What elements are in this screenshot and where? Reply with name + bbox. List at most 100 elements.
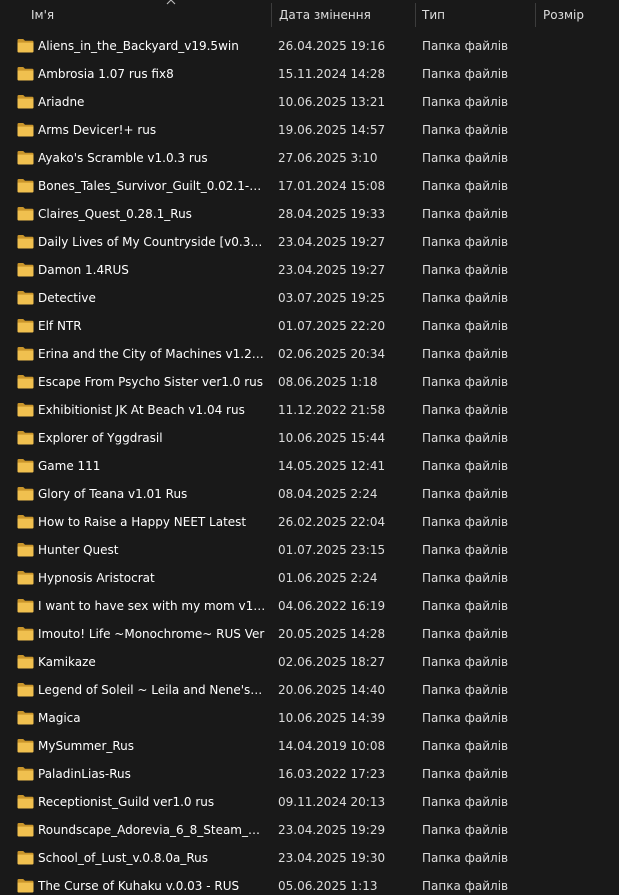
file-type: Папка файлів bbox=[422, 683, 509, 697]
date-modified: 23.04.2025 19:29 bbox=[278, 823, 386, 837]
file-name: Elf NTR bbox=[38, 319, 82, 333]
file-name: MySummer_Rus bbox=[38, 739, 135, 753]
table-row[interactable]: How to Raise a Happy NEET Latest 26.02.20… bbox=[0, 508, 619, 536]
table-row[interactable]: Ayako's Scramble v1.0.3 rus 27.06.2025 3:… bbox=[0, 144, 619, 172]
table-row[interactable]: Roundscape_Adorevia_6_8_Steam_Rus 23.04.2… bbox=[0, 816, 619, 844]
file-size bbox=[541, 480, 611, 508]
column-header-name[interactable]: Ім'я bbox=[24, 0, 272, 30]
file-size bbox=[541, 676, 611, 704]
table-row[interactable]: PaladinLias-Rus 16.03.2022 17:23 Папка фай… bbox=[0, 760, 619, 788]
table-row[interactable]: Damon 1.4RUS 23.04.2025 19:27 Папка файлів bbox=[0, 256, 619, 284]
folder-icon bbox=[17, 822, 34, 837]
date-modified: 16.03.2022 17:23 bbox=[278, 767, 386, 781]
date-modified: 09.11.2024 20:13 bbox=[278, 795, 386, 809]
date-modified: 04.06.2022 16:19 bbox=[278, 599, 386, 613]
table-row[interactable]: Legend of Soleil ~ Leila and Nene's grea… bbox=[0, 676, 619, 704]
file-size bbox=[541, 844, 611, 872]
column-header-date[interactable]: Дата змінення bbox=[272, 0, 415, 30]
folder-icon bbox=[17, 794, 34, 809]
date-modified: 20.06.2025 14:40 bbox=[278, 683, 386, 697]
table-row[interactable]: Daily Lives of My Countryside [v0.3.0.1 … bbox=[0, 228, 619, 256]
table-row[interactable]: Detective 03.07.2025 19:25 Папка файлів bbox=[0, 284, 619, 312]
table-row[interactable]: The Curse of Kuhaku v.0.03 - RUS 05.06.20… bbox=[0, 872, 619, 895]
date-modified: 27.06.2025 3:10 bbox=[278, 151, 378, 165]
file-size bbox=[541, 32, 611, 60]
table-row[interactable]: Exhibitionist JK At Beach v1.04 rus 11.12… bbox=[0, 396, 619, 424]
folder-icon bbox=[17, 38, 34, 53]
date-modified: 08.06.2025 1:18 bbox=[278, 375, 378, 389]
file-name: Escape From Psycho Sister ver1.0 rus bbox=[38, 375, 264, 389]
table-row[interactable]: Glory of Teana v1.01 Rus 08.04.2025 2:24 П… bbox=[0, 480, 619, 508]
file-type: Папка файлів bbox=[422, 347, 509, 361]
date-modified: 10.06.2025 14:39 bbox=[278, 711, 386, 725]
table-row[interactable]: Elf NTR 01.07.2025 22:20 Папка файлів bbox=[0, 312, 619, 340]
table-row[interactable]: Game 111 14.05.2025 12:41 Папка файлів bbox=[0, 452, 619, 480]
file-name: How to Raise a Happy NEET Latest bbox=[38, 515, 247, 529]
folder-icon bbox=[17, 850, 34, 865]
table-row[interactable]: Explorer of Yggdrasil 10.06.2025 15:44 Пап… bbox=[0, 424, 619, 452]
file-type: Папка файлів bbox=[422, 179, 509, 193]
table-row[interactable]: Aliens_in_the_Backyard_v19.5win 26.04.202… bbox=[0, 32, 619, 60]
date-modified: 11.12.2022 21:58 bbox=[278, 403, 386, 417]
file-name: Damon 1.4RUS bbox=[38, 263, 129, 277]
folder-icon bbox=[17, 598, 34, 613]
table-row[interactable]: I want to have sex with my mom v1.0 rus 0… bbox=[0, 592, 619, 620]
table-row[interactable]: Claires_Quest_0.28.1_Rus 28.04.2025 19:33… bbox=[0, 200, 619, 228]
table-row[interactable]: School_of_Lust_v.0.8.0a_Rus 23.04.2025 19… bbox=[0, 844, 619, 872]
file-type: Папка файлів bbox=[422, 459, 509, 473]
column-header-date-label: Дата змінення bbox=[279, 8, 371, 22]
file-name: Roundscape_Adorevia_6_8_Steam_Rus bbox=[38, 823, 266, 837]
file-name: Glory of Teana v1.01 Rus bbox=[38, 487, 188, 501]
file-name: Aliens_in_the_Backyard_v19.5win bbox=[38, 39, 239, 53]
table-row[interactable]: Arms Devicer!+ rus 19.06.2025 14:57 Папка … bbox=[0, 116, 619, 144]
file-type: Папка файлів bbox=[422, 207, 509, 221]
file-type: Папка файлів bbox=[422, 599, 509, 613]
file-size bbox=[541, 284, 611, 312]
folder-icon bbox=[17, 738, 34, 753]
file-type: Папка файлів bbox=[422, 431, 509, 445]
column-header-type-label: Тип bbox=[422, 8, 445, 22]
file-size bbox=[541, 872, 611, 895]
folder-icon bbox=[17, 94, 34, 109]
file-type: Папка файлів bbox=[422, 767, 509, 781]
column-header-size[interactable]: Розмір bbox=[536, 0, 619, 30]
folder-icon bbox=[17, 430, 34, 445]
table-row[interactable]: Hunter Quest 01.07.2025 23:15 Папка файлів bbox=[0, 536, 619, 564]
table-row[interactable]: Escape From Psycho Sister ver1.0 rus 08.0… bbox=[0, 368, 619, 396]
file-size bbox=[541, 564, 611, 592]
table-row[interactable]: Imouto! Life ~Monochrome~ RUS Ver 20.05.2… bbox=[0, 620, 619, 648]
file-type: Папка файлів bbox=[422, 655, 509, 669]
table-row[interactable]: MySummer_Rus 14.04.2019 10:08 Папка файлів bbox=[0, 732, 619, 760]
file-name: Hypnosis Aristocrat bbox=[38, 571, 155, 585]
folder-icon bbox=[17, 318, 34, 333]
file-name: Ayako's Scramble v1.0.3 rus bbox=[38, 151, 208, 165]
table-row[interactable]: Erina and the City of Machines v1.21 rus… bbox=[0, 340, 619, 368]
table-row[interactable]: Receptionist_Guild ver1.0 rus 09.11.2024 … bbox=[0, 788, 619, 816]
file-name: Bones_Tales_Survivor_Guilt_0.02.1-Rus bbox=[38, 179, 266, 193]
file-name: Game 111 bbox=[38, 459, 101, 473]
table-row[interactable]: Bones_Tales_Survivor_Guilt_0.02.1-Rus 17.… bbox=[0, 172, 619, 200]
file-type: Папка файлів bbox=[422, 627, 509, 641]
table-row[interactable]: Kamikaze 02.06.2025 18:27 Папка файлів bbox=[0, 648, 619, 676]
table-row[interactable]: Hypnosis Aristocrat 01.06.2025 2:24 Папка … bbox=[0, 564, 619, 592]
date-modified: 10.06.2025 15:44 bbox=[278, 431, 386, 445]
date-modified: 14.05.2025 12:41 bbox=[278, 459, 386, 473]
file-size bbox=[541, 116, 611, 144]
table-row[interactable]: Ariadne 10.06.2025 13:21 Папка файлів bbox=[0, 88, 619, 116]
file-size bbox=[541, 592, 611, 620]
file-type: Папка файлів bbox=[422, 403, 509, 417]
date-modified: 26.04.2025 19:16 bbox=[278, 39, 386, 53]
file-size bbox=[541, 340, 611, 368]
date-modified: 02.06.2025 20:34 bbox=[278, 347, 386, 361]
column-header-size-label: Розмір bbox=[543, 8, 584, 22]
date-modified: 19.06.2025 14:57 bbox=[278, 123, 386, 137]
column-header-type[interactable]: Тип bbox=[415, 0, 536, 30]
file-name: Hunter Quest bbox=[38, 543, 119, 557]
folder-icon bbox=[17, 150, 34, 165]
table-row[interactable]: Ambrosia 1.07 rus fix8 15.11.2024 14:28 Па… bbox=[0, 60, 619, 88]
table-row[interactable]: Magica 10.06.2025 14:39 Папка файлів bbox=[0, 704, 619, 732]
date-modified: 14.04.2019 10:08 bbox=[278, 739, 386, 753]
file-type: Папка файлів bbox=[422, 123, 509, 137]
file-type: Папка файлів bbox=[422, 95, 509, 109]
file-type: Папка файлів bbox=[422, 151, 509, 165]
